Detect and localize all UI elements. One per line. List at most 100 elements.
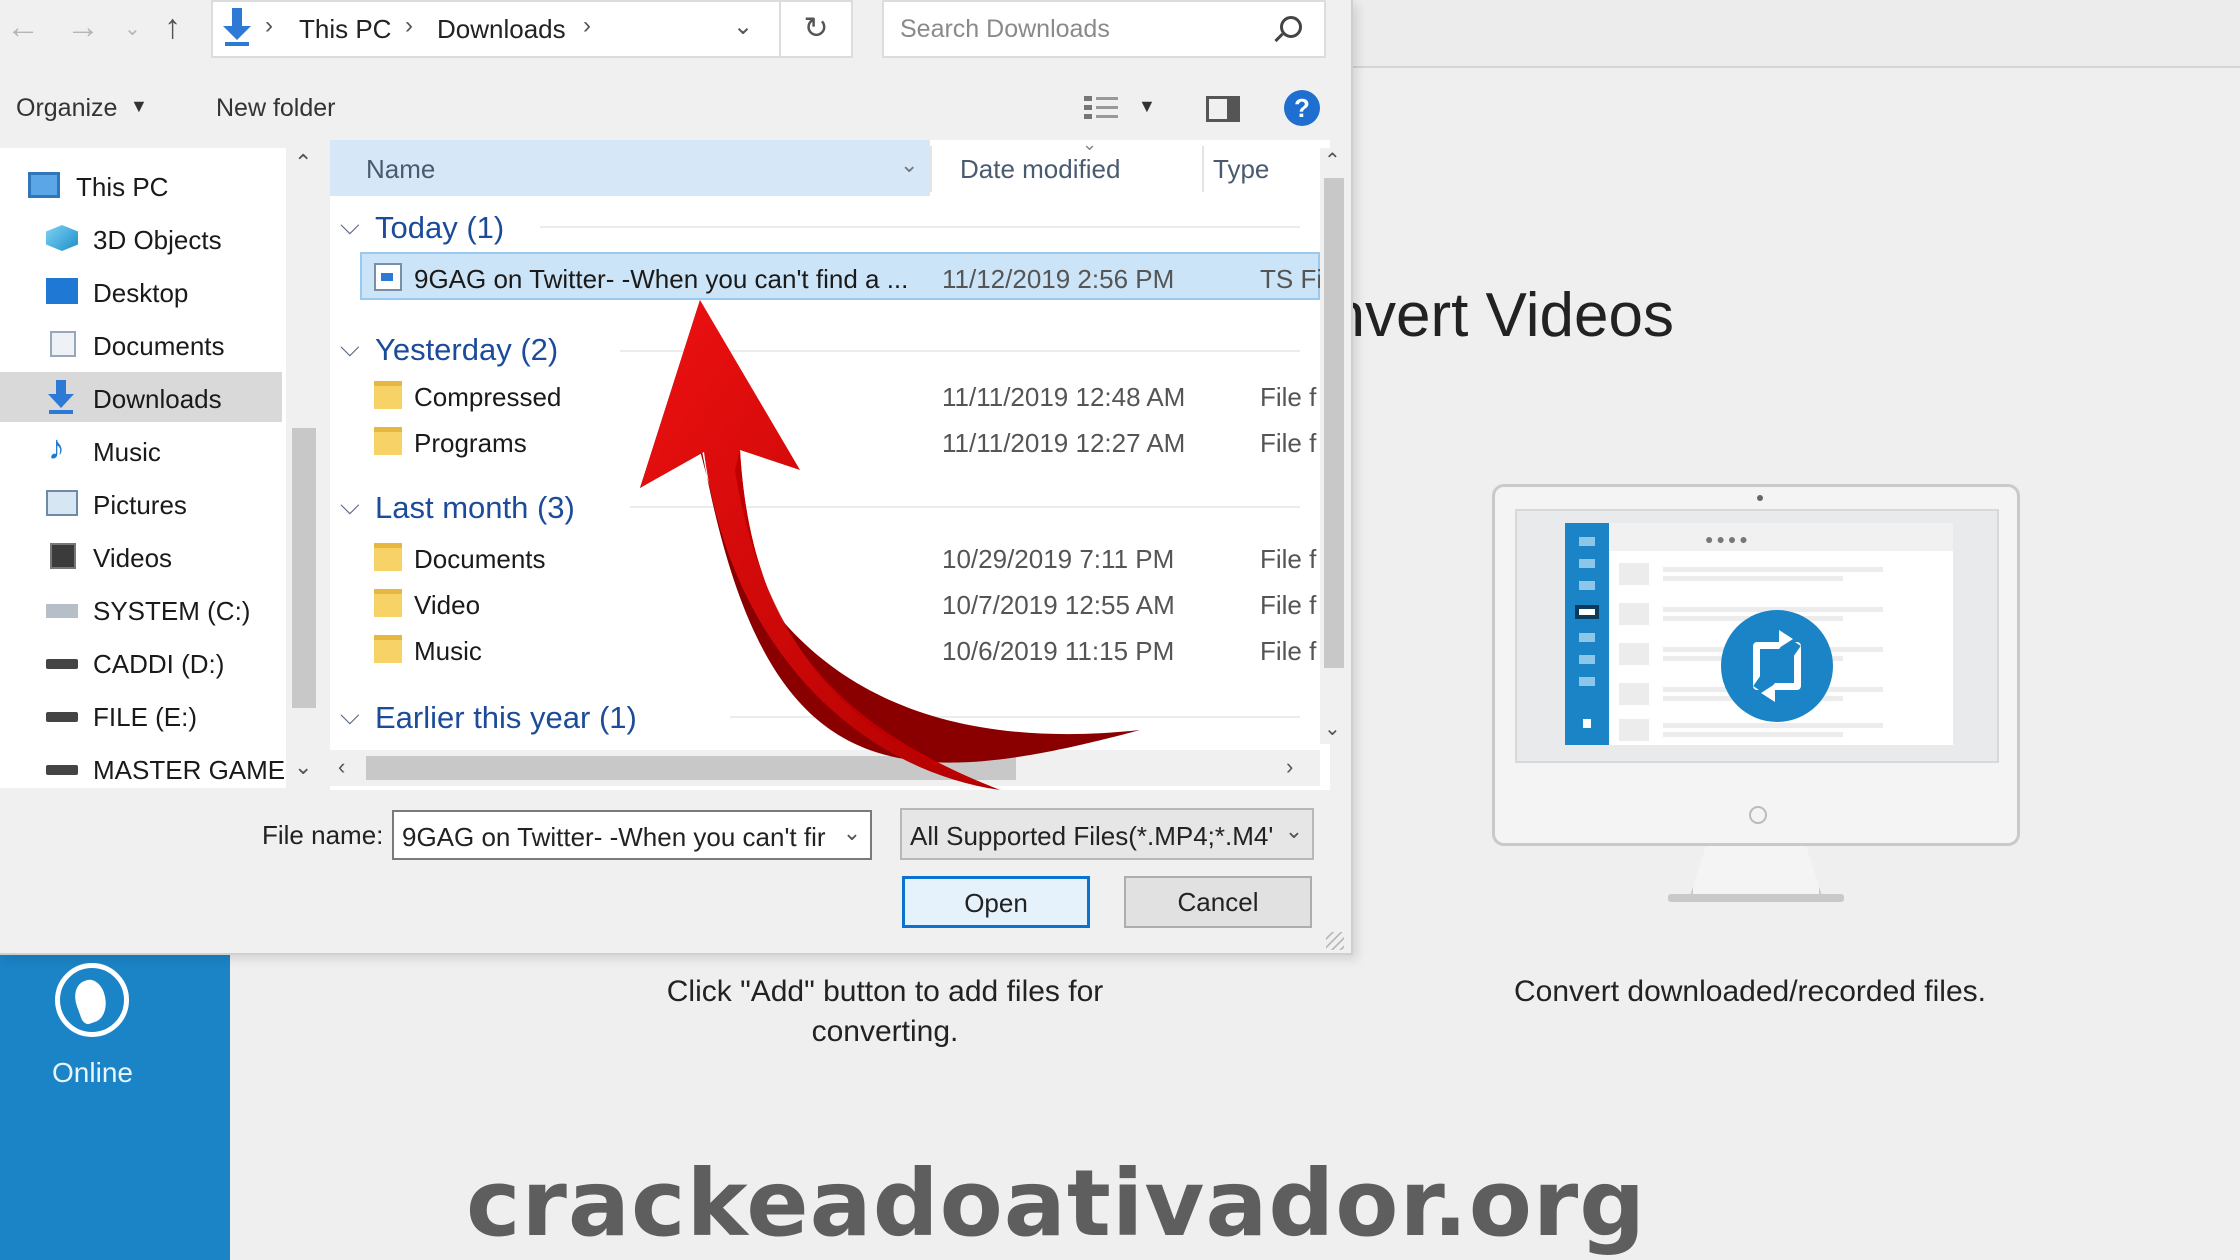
nav-item-3d-objects[interactable]: 3D Objects	[0, 213, 300, 263]
scroll-up-icon[interactable]: ⌃	[294, 150, 312, 176]
scroll-up-icon[interactable]: ⌃	[1324, 148, 1341, 173]
breadcrumb-this-pc[interactable]: This PC	[299, 14, 391, 45]
view-options-icon[interactable]	[1084, 94, 1118, 120]
convert-icon	[1721, 610, 1833, 722]
nav-item-music[interactable]: ♪ Music	[0, 425, 300, 475]
file-name-field[interactable]: 9GAG on Twitter- -When you can't fir ⌄	[392, 810, 872, 860]
scroll-left-icon[interactable]: ‹	[338, 754, 345, 780]
group-today[interactable]: ⌵ Today (1)	[330, 204, 1320, 248]
file-list: Name ⌄ Date modified ⌄ Type ⌵ Today (1) …	[330, 140, 1330, 790]
nav-item-label: Desktop	[93, 278, 189, 308]
new-folder-button[interactable]: New folder	[216, 94, 336, 123]
scroll-down-icon[interactable]: ⌄	[294, 754, 312, 780]
column-date-header[interactable]: Date modified	[960, 154, 1120, 185]
nav-item-file-e[interactable]: FILE (E:)	[0, 690, 300, 740]
scrollbar-thumb[interactable]	[292, 428, 316, 708]
nav-item-desktop[interactable]: Desktop	[0, 266, 300, 316]
chevron-down-icon[interactable]: ⌄	[900, 152, 918, 178]
column-name-header[interactable]: Name ⌄	[330, 140, 930, 196]
column-headers: Name ⌄ Date modified ⌄ Type	[330, 140, 1320, 196]
column-divider[interactable]	[1202, 146, 1204, 192]
file-type-select[interactable]: All Supported Files(*.MP4;*.M4' ⌄	[900, 808, 1314, 860]
file-row-documents[interactable]: Documents 10/29/2019 7:11 PM File f	[330, 534, 1320, 580]
search-input[interactable]: Search Downloads	[882, 0, 1326, 58]
file-date: 11/11/2019 12:48 AM	[942, 382, 1186, 412]
nav-item-caddi-d[interactable]: CADDI (D:)	[0, 637, 300, 687]
help-icon[interactable]: ?	[1284, 90, 1320, 126]
scroll-down-icon[interactable]: ⌄	[1324, 716, 1341, 741]
horizontal-scrollbar[interactable]: ‹ ›	[330, 750, 1320, 786]
file-date: 11/11/2019 12:27 AM	[942, 428, 1186, 458]
group-label: Today (1)	[375, 210, 505, 245]
chevron-right-icon: ›	[265, 12, 273, 39]
chevron-down-icon: ⌵	[340, 700, 360, 730]
group-label: Last month (3)	[375, 490, 575, 525]
scrollbar-thumb[interactable]	[366, 756, 1016, 780]
nav-item-videos[interactable]: Videos	[0, 531, 300, 581]
chevron-down-icon[interactable]: ⌄	[733, 12, 753, 41]
file-name: Video	[414, 590, 481, 620]
system-drive-icon	[46, 604, 78, 618]
nav-item-system-c[interactable]: SYSTEM (C:)	[0, 584, 300, 634]
dialog-toolbar: Organize ▼ New folder ▼	[0, 80, 1353, 136]
chevron-down-icon[interactable]: ⌄	[1276, 818, 1312, 850]
this-pc-icon	[28, 172, 60, 198]
group-earlier-this-year[interactable]: ⌵ Earlier this year (1)	[330, 694, 1320, 738]
sort-indicator-icon: ⌄	[1082, 140, 1098, 154]
column-divider[interactable]	[930, 146, 932, 192]
file-date: 10/29/2019 7:11 PM	[942, 544, 1175, 574]
chevron-down-icon: ⌵	[340, 210, 360, 240]
forward-arrow-icon[interactable]: →	[66, 8, 100, 47]
preview-pane-icon[interactable]	[1206, 96, 1240, 122]
nav-item-label: Downloads	[93, 384, 222, 414]
nav-item-label: MASTER GAME (	[93, 755, 302, 785]
nav-item-documents[interactable]: Documents	[0, 319, 300, 369]
file-type: File f	[1260, 636, 1317, 666]
online-button[interactable]: Online	[0, 955, 230, 1125]
refresh-button[interactable]: ↻	[781, 0, 853, 58]
convert-hint: Convert downloaded/recorded files.	[1514, 975, 1986, 1008]
nav-item-this-pc[interactable]: This PC	[0, 160, 300, 210]
search-placeholder: Search Downloads	[900, 15, 1110, 43]
group-label: Yesterday (2)	[375, 332, 559, 367]
group-last-month[interactable]: ⌵ Last month (3)	[330, 484, 1320, 528]
file-row-music[interactable]: Music 10/6/2019 11:15 PM File f	[330, 626, 1320, 672]
drive-icon	[46, 765, 78, 775]
recent-locations-icon[interactable]: ⌄	[124, 16, 141, 41]
file-row-compressed[interactable]: Compressed 11/11/2019 12:48 AM File f	[330, 372, 1320, 418]
address-bar[interactable]: › This PC › Downloads › ⌄	[211, 0, 781, 58]
file-row-video[interactable]: Video 10/7/2019 12:55 AM File f	[330, 580, 1320, 626]
scroll-right-icon[interactable]: ›	[1286, 754, 1293, 780]
chevron-down-icon: ⌵	[340, 490, 360, 520]
file-type: File f	[1260, 544, 1317, 574]
desktop-icon	[46, 278, 78, 304]
back-arrow-icon[interactable]: ←	[6, 8, 40, 47]
chevron-down-icon[interactable]: ⌄	[834, 820, 870, 852]
music-icon: ♪	[48, 429, 65, 467]
file-list-scrollbar[interactable]: ⌃ ⌄	[1320, 148, 1348, 744]
file-row-programs[interactable]: Programs 11/11/2019 12:27 AM File f	[330, 418, 1320, 464]
nav-pane-scrollbar[interactable]: ⌃ ⌄	[286, 148, 322, 788]
drive-icon	[46, 659, 78, 669]
file-type: File f	[1260, 382, 1317, 412]
organize-button[interactable]: Organize	[16, 94, 117, 123]
nav-item-pictures[interactable]: Pictures	[0, 478, 300, 528]
file-type: File f	[1260, 428, 1317, 458]
group-yesterday[interactable]: ⌵ Yesterday (2)	[330, 286, 1320, 367]
up-arrow-icon[interactable]: ↑	[164, 8, 181, 47]
group-label: Earlier this year (1)	[375, 700, 637, 735]
resize-grip-icon[interactable]	[1326, 932, 1344, 950]
nav-item-master-game[interactable]: MASTER GAME (	[0, 743, 302, 788]
downloads-icon	[46, 380, 78, 414]
globe-icon	[55, 963, 129, 1037]
cancel-button[interactable]: Cancel	[1124, 876, 1312, 928]
nav-item-downloads[interactable]: Downloads	[0, 372, 282, 422]
column-type-header[interactable]: Type	[1213, 154, 1269, 185]
folder-icon	[374, 381, 402, 409]
scrollbar-thumb[interactable]	[1324, 178, 1344, 668]
breadcrumb-downloads[interactable]: Downloads	[437, 14, 566, 45]
online-label: Online	[52, 1057, 133, 1088]
open-button[interactable]: Open	[902, 876, 1090, 928]
app-title-bar	[1350, 0, 2240, 68]
caret-down-icon[interactable]: ▼	[1138, 96, 1156, 117]
